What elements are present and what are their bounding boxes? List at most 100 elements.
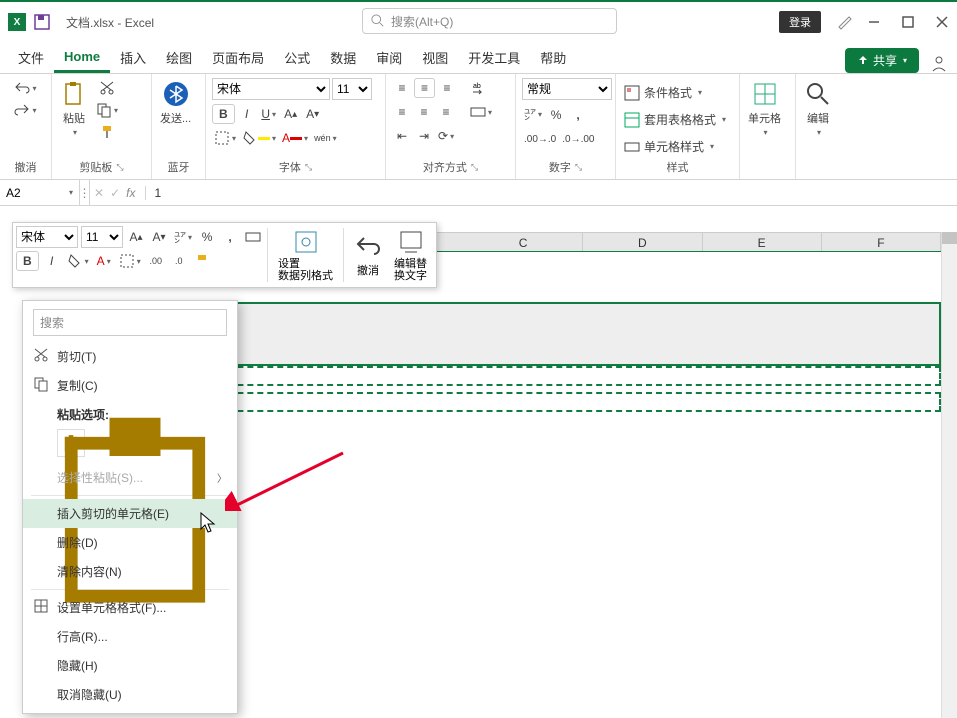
undo-button[interactable]: ▾ [12, 78, 38, 98]
paste-button[interactable]: 粘贴▾ [58, 78, 90, 139]
mt-borders[interactable]: ▾ [117, 251, 143, 271]
cut-button[interactable] [97, 78, 117, 98]
tab-data[interactable]: 数据 [320, 42, 366, 73]
decrease-indent-button[interactable]: ⇤ [392, 126, 412, 146]
decrease-font-button[interactable]: A▾ [303, 104, 323, 124]
number-format-select[interactable]: 常规 [522, 78, 612, 100]
fx-icon[interactable]: fx [126, 186, 135, 200]
currency-button[interactable]: ㍐▾ [522, 104, 544, 125]
increase-decimal-button[interactable]: .00→.0 [522, 129, 558, 149]
percent-button[interactable]: % [546, 105, 566, 125]
mt-format-painter[interactable] [192, 251, 212, 271]
format-painter-button[interactable] [97, 122, 117, 142]
ctx-hide[interactable]: 隐藏(H) [23, 651, 237, 680]
underline-button[interactable]: U▾ [259, 104, 279, 124]
mt-inc-decimal[interactable]: .00 [146, 251, 166, 271]
col-header-d[interactable]: D [583, 233, 702, 251]
tab-developer[interactable]: 开发工具 [458, 42, 530, 73]
merge-button[interactable]: ▾ [468, 102, 494, 122]
tab-draw[interactable]: 绘图 [156, 42, 202, 73]
mt-font-color[interactable]: A▾ [94, 251, 114, 271]
ctx-delete[interactable]: 删除(D) [23, 528, 237, 557]
tab-review[interactable]: 审阅 [366, 42, 412, 73]
tab-formulas[interactable]: 公式 [274, 42, 320, 73]
redo-button[interactable]: ▾ [12, 100, 38, 120]
mt-comma[interactable]: , [220, 227, 240, 247]
save-icon[interactable] [34, 14, 50, 30]
col-header-f[interactable]: F [822, 233, 941, 251]
cancel-edit-icon[interactable]: ✕ [94, 186, 104, 200]
cell-style-button[interactable]: 单元格样式▾ [622, 136, 716, 157]
person-icon[interactable] [929, 53, 949, 73]
table-format-button[interactable]: 套用表格格式▾ [622, 109, 728, 130]
mt-percent[interactable]: % [197, 227, 217, 247]
tab-file[interactable]: 文件 [8, 42, 54, 73]
cells-button[interactable]: 单元格▾ [746, 78, 783, 139]
comma-button[interactable]: , [568, 105, 588, 125]
mt-font-select[interactable]: 宋体 [16, 226, 78, 248]
align-middle-button[interactable]: ≡ [414, 78, 435, 98]
mt-grow-font[interactable]: A▴ [126, 227, 146, 247]
wrap-text-button[interactable]: ab [469, 78, 489, 98]
font-color-button[interactable]: A▾ [280, 128, 310, 148]
mt-alt-text[interactable]: 编辑替换文字 [388, 226, 433, 284]
maximize-button[interactable] [901, 15, 915, 29]
search-box[interactable]: 搜索(Alt+Q) [362, 8, 617, 34]
ctx-insert-cut-cells[interactable]: 插入剪切的单元格(E) [23, 499, 237, 528]
orientation-button[interactable]: ⟳▾ [436, 126, 456, 146]
align-right-button[interactable]: ≡ [436, 102, 456, 122]
name-box[interactable]: A2▾ [0, 180, 80, 205]
close-button[interactable] [935, 15, 949, 29]
tab-help[interactable]: 帮助 [530, 42, 576, 73]
ctx-paste-special[interactable]: 选择性粘贴(S)...〉 [23, 463, 237, 492]
pen-icon[interactable] [837, 13, 855, 31]
fill-color-button[interactable]: ▾ [240, 128, 278, 148]
tab-home[interactable]: Home [54, 43, 110, 73]
mt-currency[interactable]: ㍐▾ [172, 227, 194, 248]
formula-input[interactable]: 1 [145, 186, 953, 200]
align-left-button[interactable]: ≡ [392, 102, 412, 122]
ctx-cut[interactable]: 剪切(T) [23, 342, 237, 371]
increase-font-button[interactable]: A▴ [281, 104, 301, 124]
share-button[interactable]: 共享 ▾ [845, 48, 919, 73]
conditional-format-button[interactable]: 条件格式▾ [622, 82, 704, 103]
copy-button[interactable]: ▾ [94, 100, 120, 120]
phonetic-button[interactable]: wén▾ [312, 128, 339, 148]
tab-view[interactable]: 视图 [412, 42, 458, 73]
tab-insert[interactable]: 插入 [110, 42, 156, 73]
col-header-e[interactable]: E [703, 233, 822, 251]
vertical-scrollbar[interactable] [941, 232, 957, 718]
ctx-row-height[interactable]: 行高(R)... [23, 622, 237, 651]
login-button[interactable]: 登录 [779, 11, 821, 33]
font-name-select[interactable]: 宋体 [212, 78, 330, 100]
ctx-unhide[interactable]: 取消隐藏(U) [23, 680, 237, 709]
mt-bold[interactable]: B [16, 251, 39, 271]
mt-dec-decimal[interactable]: .0 [169, 251, 189, 271]
bold-button[interactable]: B [212, 104, 235, 124]
ctx-clear[interactable]: 清除内容(N) [23, 557, 237, 586]
ctx-copy[interactable]: 复制(C) [23, 371, 237, 400]
mt-fill-color[interactable]: ▾ [65, 251, 91, 271]
minimize-button[interactable] [867, 15, 881, 29]
borders-button[interactable]: ▾ [212, 128, 238, 148]
font-size-select[interactable]: 11 [332, 78, 372, 100]
mt-size-select[interactable]: 11 [81, 226, 123, 248]
mt-undo[interactable]: 撤消 [348, 226, 388, 284]
mt-set-data-format[interactable]: 设置数据列格式 [272, 226, 339, 284]
confirm-edit-icon[interactable]: ✓ [110, 186, 120, 200]
mt-shrink-font[interactable]: A▾ [149, 227, 169, 247]
col-header-c[interactable]: C [464, 233, 583, 251]
italic-button[interactable]: I [237, 104, 257, 124]
align-bottom-button[interactable]: ≡ [437, 78, 457, 98]
mt-merge[interactable] [243, 227, 263, 247]
bluetooth-send-button[interactable]: 发送... [158, 78, 193, 128]
ctx-search-input[interactable]: 搜索 [33, 309, 227, 336]
align-top-button[interactable]: ≡ [392, 78, 412, 98]
editing-button[interactable]: 编辑▾ [802, 78, 834, 139]
mt-italic[interactable]: I [42, 251, 62, 271]
increase-indent-button[interactable]: ⇥ [414, 126, 434, 146]
decrease-decimal-button[interactable]: .0→.00 [560, 129, 596, 149]
align-center-button[interactable]: ≡ [414, 102, 434, 122]
tab-layout[interactable]: 页面布局 [202, 42, 274, 73]
ctx-format-cells[interactable]: 设置单元格格式(F)... [23, 593, 237, 622]
